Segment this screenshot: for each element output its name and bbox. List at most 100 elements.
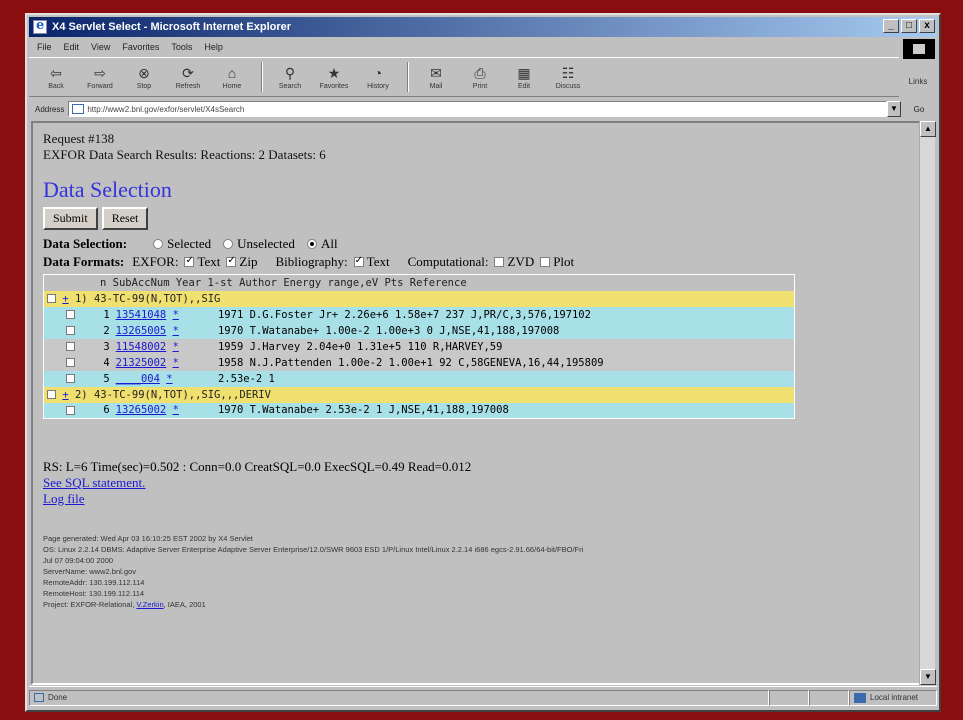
submit-button[interactable]: Submit: [43, 207, 98, 230]
refresh-button[interactable]: ⟳ Refresh: [167, 64, 209, 91]
links-button[interactable]: Links: [899, 77, 937, 86]
subaccnum-link[interactable]: 11548002: [116, 341, 167, 353]
scroll-up-icon[interactable]: ▲: [920, 121, 936, 137]
status-cell-empty: [769, 689, 809, 706]
search-button[interactable]: ⚲ Search: [269, 64, 311, 91]
star-link[interactable]: *: [173, 325, 179, 337]
subaccnum-link[interactable]: 21325002: [116, 357, 167, 369]
bib-text-label: Text: [366, 254, 390, 269]
menu-file[interactable]: File: [37, 42, 52, 52]
group-toggle-link[interactable]: +: [62, 389, 68, 401]
exfor-zip-checkbox[interactable]: [226, 255, 237, 267]
footer-line: Jul 07 09:04:00 2000: [43, 556, 114, 565]
maximize-button[interactable]: □: [901, 19, 917, 33]
radio-all[interactable]: [306, 239, 317, 249]
stop-button[interactable]: ⊗ Stop: [123, 64, 165, 91]
address-bar: Address http://www2.bnl.gov/exfor/servle…: [29, 99, 937, 119]
menu-tools[interactable]: Tools: [171, 42, 192, 52]
edit-button[interactable]: ▦ Edit: [503, 64, 545, 91]
home-button[interactable]: ⌂ Home: [211, 64, 253, 90]
page-content: Request #138 EXFOR Data Search Results: …: [31, 121, 923, 685]
menu-help[interactable]: Help: [204, 42, 223, 52]
menu-view[interactable]: View: [91, 42, 110, 52]
subaccnum-link[interactable]: 13265005: [116, 325, 167, 337]
scroll-down-icon[interactable]: ▼: [920, 669, 936, 685]
star-link[interactable]: *: [166, 373, 172, 385]
row-checkbox[interactable]: [66, 405, 75, 415]
subaccnum-link[interactable]: 13265002: [116, 404, 167, 416]
page-icon: [72, 104, 85, 114]
address-dropdown-button[interactable]: ▼: [887, 101, 901, 117]
bib-text-checkbox[interactable]: [353, 255, 364, 267]
minimize-button[interactable]: _: [883, 19, 899, 33]
log-file-link[interactable]: Log file: [43, 491, 911, 507]
close-button[interactable]: x: [919, 19, 935, 33]
search-icon: ⚲: [284, 64, 296, 81]
print-icon: ⎙: [474, 64, 486, 81]
window-title: X4 Servlet Select - Microsoft Internet E…: [52, 21, 292, 33]
mail-button[interactable]: ✉ Mail: [415, 64, 457, 91]
reset-button[interactable]: Reset: [101, 207, 149, 230]
table-row: 2 13265005 * 1970 T.Watanabe+ 1.00e-2 1.…: [43, 322, 795, 339]
discuss-button[interactable]: ☷ Discuss: [547, 64, 589, 91]
radio-unselected[interactable]: [223, 239, 234, 249]
history-icon: ◔: [373, 65, 383, 81]
windows-logo-icon: [903, 39, 935, 59]
footer-line: RemoteHost: 130.199.112.114: [43, 589, 145, 598]
refresh-icon: ⟳: [182, 64, 194, 81]
row-number: 4: [94, 354, 113, 371]
star-link[interactable]: *: [173, 341, 179, 353]
row-checkbox[interactable]: [66, 342, 75, 351]
group-checkbox[interactable]: [47, 390, 56, 399]
group-label: 2) 43-TC-99(N,TOT),,SIG,,,DERIV: [74, 388, 271, 401]
menu-favorites[interactable]: Favorites: [122, 42, 159, 52]
footer-line: Page generated: Wed Apr 03 16:10:25 EST …: [43, 534, 253, 543]
favorites-icon: ★: [327, 64, 341, 81]
sql-statement-link[interactable]: See SQL statement.: [43, 475, 911, 491]
menu-edit[interactable]: Edit: [64, 42, 80, 52]
star-link[interactable]: *: [173, 357, 179, 369]
reaction-group-row: + 1) 43-TC-99(N,TOT),,SIG: [43, 290, 795, 307]
row-info: 1971 D.G.Foster Jr+ 2.26e+6 1.58e+7 237 …: [214, 306, 795, 323]
table-row: 5 ____004 * 2.53e-2 1: [43, 370, 795, 387]
computational-label: Computational:: [407, 254, 489, 269]
exfor-text-checkbox[interactable]: [184, 255, 195, 267]
plot-checkbox[interactable]: [540, 257, 551, 267]
go-button[interactable]: Go: [901, 105, 937, 114]
author-link[interactable]: V.Zerkin: [136, 600, 163, 609]
results-table: n SubAccNum Year 1-st Author Energy rang…: [43, 274, 795, 419]
zvd-checkbox[interactable]: [494, 257, 505, 267]
subaccnum-link[interactable]: 13541048: [116, 309, 167, 321]
discuss-icon: ☷: [561, 64, 575, 81]
home-icon: ⌂: [227, 65, 237, 81]
bibliography-label: Bibliography:: [275, 254, 348, 269]
vertical-scrollbar[interactable]: ▲ ▼: [919, 121, 936, 685]
print-button[interactable]: ⎙ Print: [459, 64, 501, 91]
group-toggle-link[interactable]: +: [62, 293, 68, 305]
forward-button[interactable]: ⇨ Forward: [79, 64, 121, 91]
back-button[interactable]: ⇦ Back: [35, 64, 77, 91]
star-link[interactable]: *: [173, 404, 179, 416]
row-checkbox[interactable]: [66, 374, 75, 383]
row-checkbox[interactable]: [66, 310, 75, 319]
page-footer: Page generated: Wed Apr 03 16:10:25 EST …: [43, 533, 911, 610]
radio-selected[interactable]: [153, 239, 164, 249]
data-selection-row: Data Selection: Selected Unselected All: [43, 236, 911, 252]
row-info: 1970 T.Watanabe+ 1.00e-2 1.00e+3 0 J,NSE…: [214, 322, 795, 339]
row-checkbox[interactable]: [66, 326, 75, 335]
data-selection-label: Data Selection:: [43, 236, 128, 251]
address-input[interactable]: http://www2.bnl.gov/exfor/servlet/X4sSea…: [68, 101, 887, 117]
row-number: 3: [94, 338, 113, 355]
page-done-icon: [34, 693, 44, 702]
star-link[interactable]: *: [173, 309, 179, 321]
row-checkbox[interactable]: [66, 358, 75, 367]
title-bar[interactable]: X4 Servlet Select - Microsoft Internet E…: [29, 17, 937, 37]
exfor-zip-label: Zip: [239, 254, 258, 269]
history-button[interactable]: ◔ History: [357, 64, 399, 90]
plot-label: Plot: [553, 254, 575, 269]
favorites-button[interactable]: ★ Favorites: [313, 64, 355, 91]
toolbar-separator: [261, 62, 263, 92]
table-row: 6 13265002 * 1970 T.Watanabe+ 2.53e-2 1 …: [43, 402, 795, 419]
subaccnum-link[interactable]: ____004: [116, 373, 160, 385]
group-checkbox[interactable]: [47, 294, 56, 303]
